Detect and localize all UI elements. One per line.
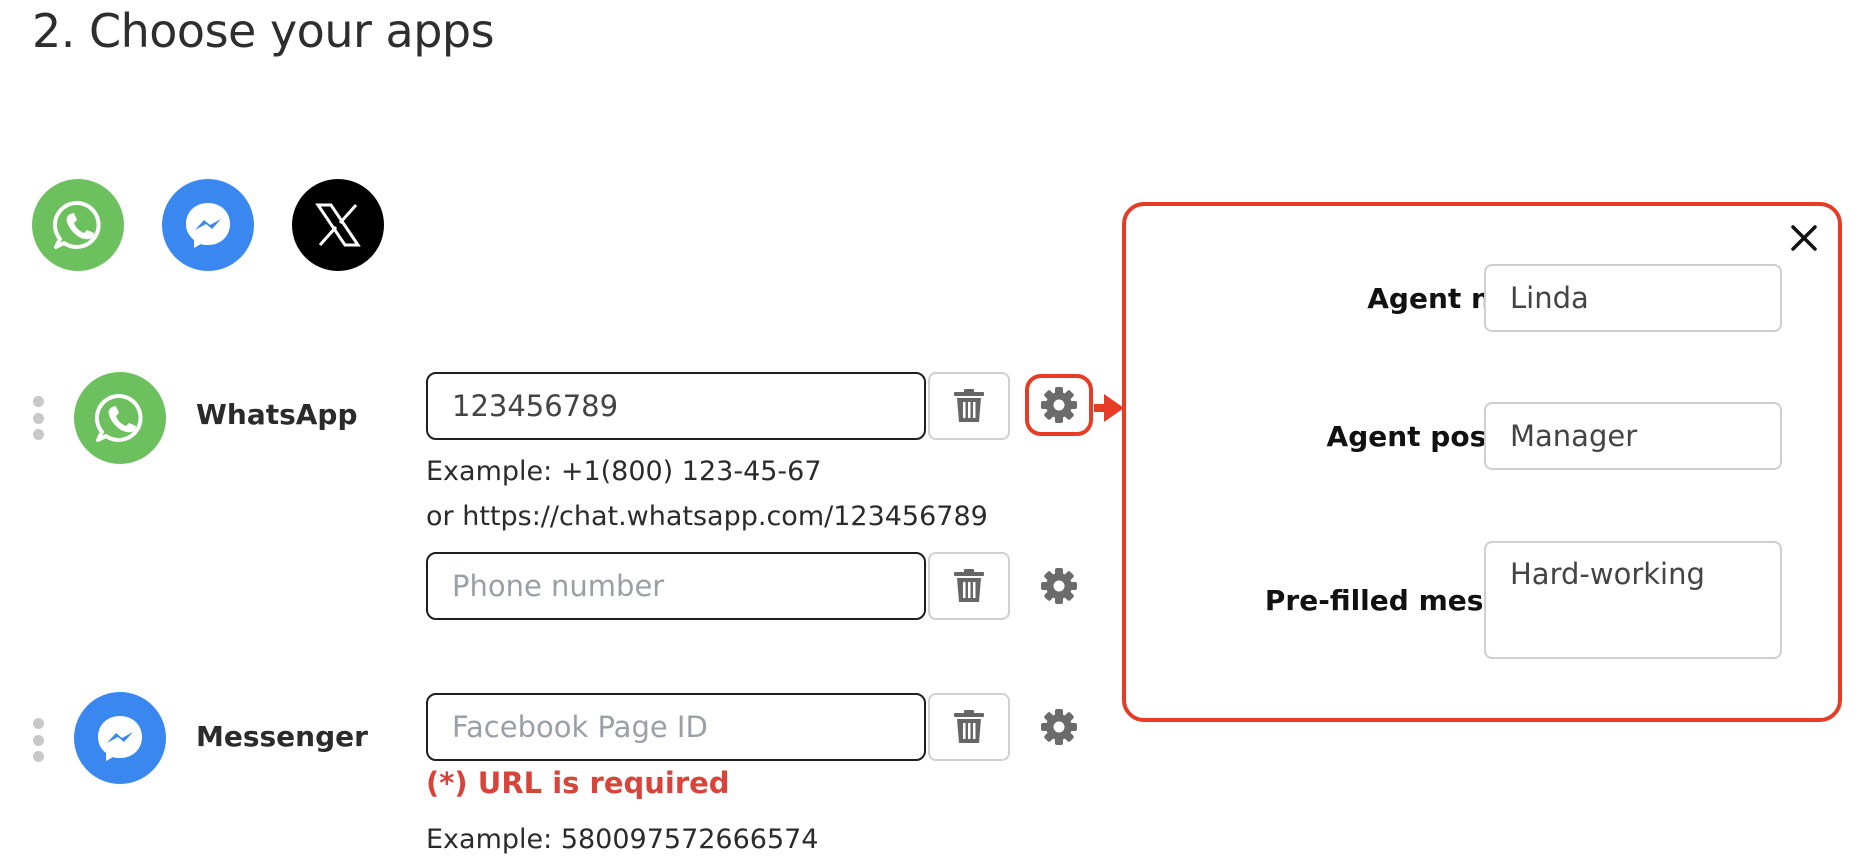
whatsapp-icon <box>94 393 143 442</box>
gear-icon <box>1041 709 1077 745</box>
x-app-button[interactable] <box>292 179 384 271</box>
trash-icon <box>954 569 984 602</box>
gear-icon <box>1041 568 1077 604</box>
whatsapp-delete-button-2[interactable] <box>928 552 1010 620</box>
messenger-app-name: Messenger <box>196 720 368 753</box>
whatsapp-drag-handle[interactable] <box>32 396 44 440</box>
whatsapp-settings-button-active[interactable] <box>1025 374 1093 436</box>
messenger-icon <box>98 716 142 761</box>
drag-dot <box>32 412 44 424</box>
trash-icon <box>954 710 984 743</box>
whatsapp-row-icon <box>74 372 166 464</box>
whatsapp-phone-input[interactable] <box>426 372 926 440</box>
gear-icon <box>1041 387 1077 423</box>
whatsapp-icon <box>52 200 101 249</box>
drag-dot <box>32 718 44 729</box>
messenger-icon <box>186 203 230 248</box>
whatsapp-delete-button[interactable] <box>928 372 1010 440</box>
close-panel-button[interactable] <box>1784 218 1824 258</box>
messenger-drag-handle[interactable] <box>32 718 44 762</box>
whatsapp-app-name: WhatsApp <box>196 398 358 431</box>
url-required-error: (*) URL is required <box>426 766 730 800</box>
agent-position-input[interactable] <box>1484 402 1782 470</box>
drag-dot <box>32 429 44 440</box>
callout-arrow <box>1104 394 1124 422</box>
close-icon <box>1791 225 1817 251</box>
messenger-hint-example: Example: 580097572666574 <box>426 824 819 855</box>
trash-icon <box>954 389 984 422</box>
whatsapp-hint-example: Example: +1(800) 123-45-67 <box>426 456 822 487</box>
whatsapp-phone-input-2[interactable] <box>426 552 926 620</box>
agent-name-input[interactable] <box>1484 264 1782 332</box>
drag-dot <box>32 751 44 762</box>
messenger-settings-button[interactable] <box>1036 704 1082 750</box>
x-logo-icon <box>315 203 361 247</box>
page-title: 2. Choose your apps <box>32 4 495 58</box>
drag-dot <box>32 396 44 407</box>
whatsapp-hint-url: or https://chat.whatsapp.com/123456789 <box>426 501 988 532</box>
prefilled-message-input[interactable]: Hard-working <box>1484 541 1782 659</box>
facebook-page-id-input[interactable] <box>426 693 926 761</box>
messenger-delete-button[interactable] <box>928 693 1010 761</box>
messenger-row-icon <box>74 692 166 784</box>
drag-dot <box>32 734 44 746</box>
messenger-app-button[interactable] <box>162 179 254 271</box>
whatsapp-settings-button-2[interactable] <box>1036 563 1082 609</box>
agent-settings-panel: Agent name Agent position Pre-filled mes… <box>1122 202 1842 722</box>
whatsapp-app-button[interactable] <box>32 179 124 271</box>
